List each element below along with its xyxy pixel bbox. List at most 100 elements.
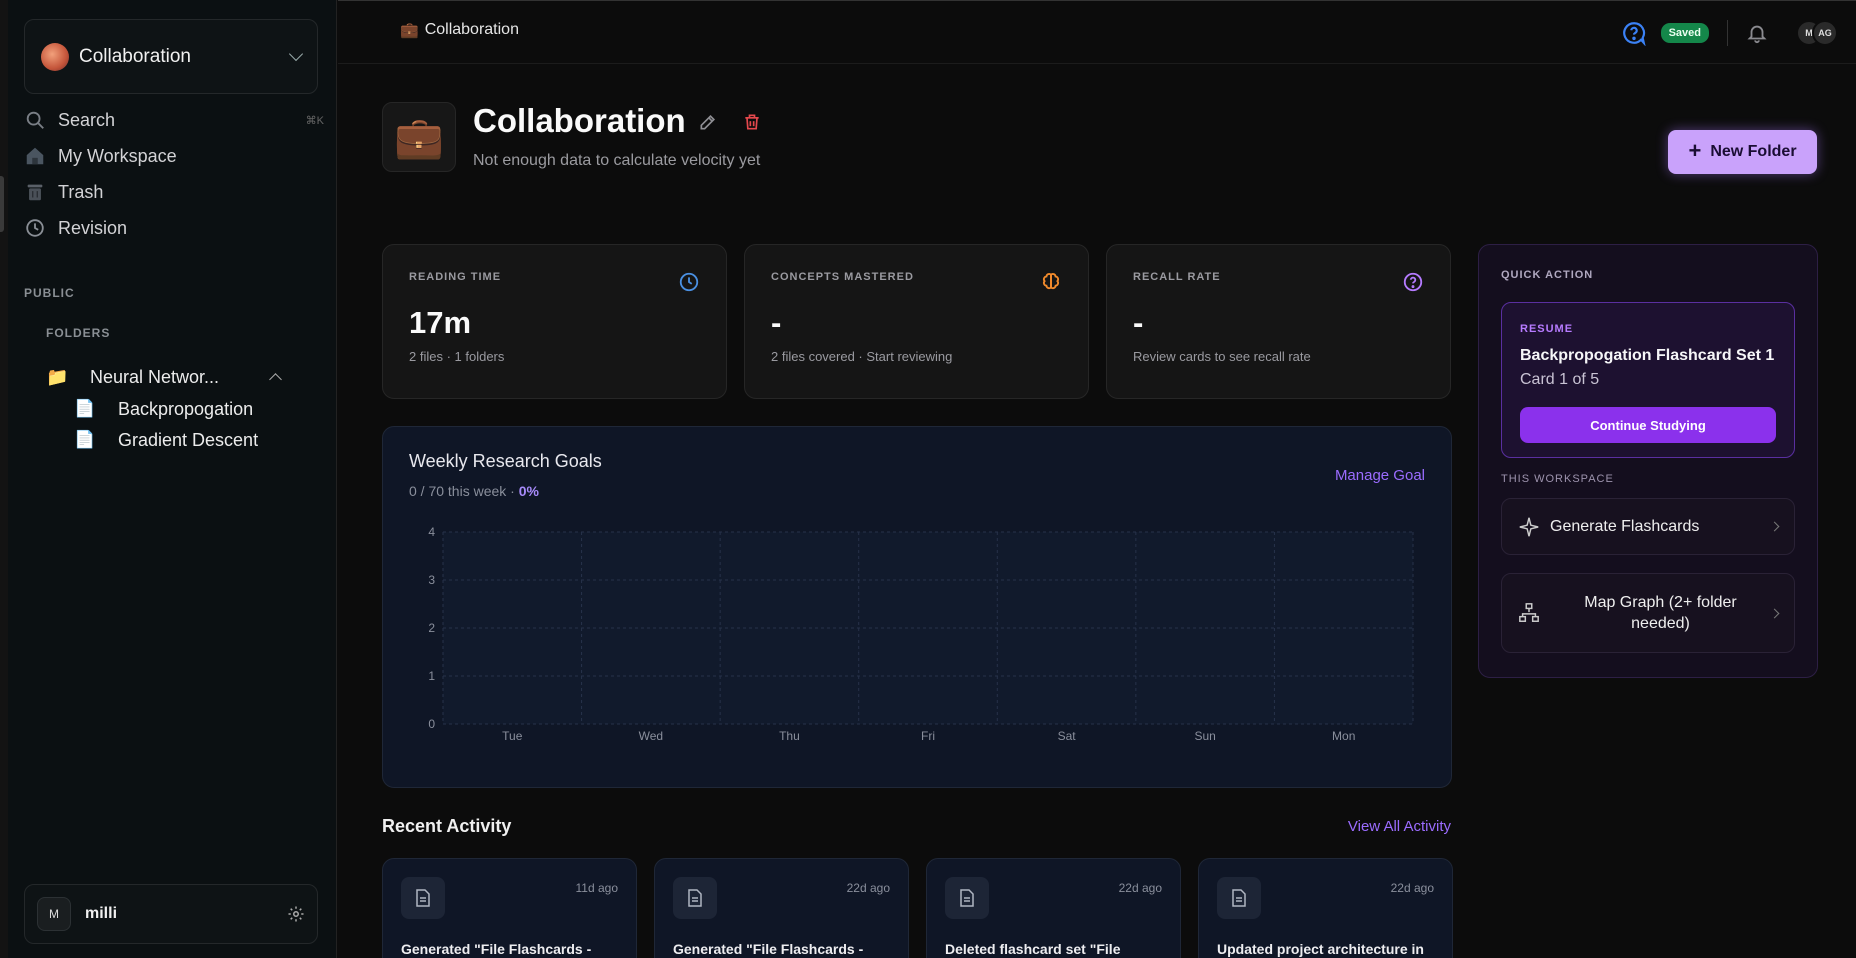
- folder-icon: 📁: [46, 366, 69, 387]
- y-tick-label: 1: [428, 669, 435, 683]
- activity-card[interactable]: 22d ago Generated "File Flashcards -: [654, 858, 909, 958]
- document-icon: [945, 877, 989, 919]
- map-graph-button[interactable]: Map Graph (2+ folder needed): [1501, 573, 1795, 653]
- briefcase-icon: 💼: [400, 22, 419, 39]
- history-icon: [26, 219, 44, 237]
- resume-progress: Card 1 of 5: [1520, 371, 1600, 388]
- user-card[interactable]: M milli: [24, 884, 318, 944]
- folder-item[interactable]: 📁 Neural Networ...: [46, 364, 286, 390]
- view-all-activity-link[interactable]: View All Activity: [1348, 818, 1451, 835]
- weekly-goals-card: Weekly Research Goals 0 / 70 this week ·…: [382, 426, 1452, 788]
- avatar[interactable]: AG: [1812, 20, 1838, 46]
- chevron-down-icon: [288, 46, 304, 62]
- workspace-switcher[interactable]: Collaboration: [24, 19, 318, 94]
- new-folder-button[interactable]: + New Folder: [1668, 130, 1817, 174]
- stat-value: -: [1133, 305, 1144, 340]
- sidebar-resize-handle[interactable]: [0, 176, 4, 232]
- file-item-backpropogation[interactable]: 📄 Backpropogation: [74, 396, 253, 422]
- workspace-name: Collaboration: [79, 45, 191, 67]
- x-tick-label: Sun: [1194, 729, 1215, 743]
- stat-label: CONCEPTS MASTERED: [771, 271, 914, 283]
- file-item-gradient-descent[interactable]: 📄 Gradient Descent: [74, 427, 258, 453]
- x-tick-label: Mon: [1332, 729, 1355, 743]
- stat-value: -: [771, 305, 782, 340]
- activity-card[interactable]: 22d ago Deleted flashcard set "File: [926, 858, 1181, 958]
- sidebar-item-search[interactable]: Search ⌘K: [24, 102, 324, 138]
- sparkle-icon: [1519, 517, 1539, 536]
- activity-text: Updated project architecture in: [1217, 941, 1424, 957]
- weekly-goals-chart: 0 1 2 3 4 Tue Wed Thu Fri Sat Sun Mon: [428, 525, 1414, 743]
- stat-card-recall-rate: RECALL RATE - Review cards to see recall…: [1106, 244, 1451, 399]
- this-workspace-label: THIS WORKSPACE: [1501, 473, 1614, 485]
- weekly-goals-progress: 0 / 70 this week · 0%: [409, 483, 539, 499]
- public-section-label: PUBLIC: [24, 286, 75, 300]
- y-tick-label: 4: [428, 525, 435, 539]
- chevron-right-icon: [1769, 608, 1780, 618]
- sidebar-item-label: My Workspace: [58, 145, 177, 166]
- sidebar-item-revision[interactable]: Revision: [24, 210, 324, 246]
- folder-emoji-icon[interactable]: 💼: [382, 102, 456, 172]
- brain-icon: [1042, 273, 1060, 290]
- workspace-logo: [41, 42, 69, 71]
- sidebar-item-label: Search: [58, 109, 116, 130]
- activity-card[interactable]: 22d ago Updated project architecture in: [1198, 858, 1453, 958]
- user-name: milli: [85, 905, 118, 922]
- activity-time: 22d ago: [846, 881, 890, 895]
- divider: [1727, 20, 1728, 46]
- avatar-stack: M AG: [1796, 20, 1838, 46]
- breadcrumb[interactable]: 💼 Collaboration: [400, 21, 519, 39]
- document-icon: 📄: [74, 399, 96, 418]
- y-tick-label: 2: [428, 621, 435, 635]
- clock-icon: [679, 272, 699, 292]
- resume-card: RESUME Backpropogation Flashcard Set 1 C…: [1501, 302, 1795, 458]
- chevron-up-icon[interactable]: [269, 372, 282, 386]
- page-title: Collaboration: [473, 102, 686, 139]
- document-icon: [401, 877, 445, 919]
- activity-time: 22d ago: [1118, 881, 1162, 895]
- avatar: M: [37, 897, 71, 931]
- generate-flashcards-label: Generate Flashcards: [1550, 517, 1700, 535]
- stat-value: 17m: [409, 305, 472, 340]
- sidebar: Collaboration Search ⌘K My Workspace Tra…: [0, 0, 337, 958]
- recent-activity-title: Recent Activity: [382, 816, 512, 836]
- sidebar-nav: Search ⌘K My Workspace Trash Revision: [24, 102, 324, 246]
- stat-sub: 2 files covered · Start reviewing: [771, 349, 953, 364]
- plus-icon: +: [1688, 138, 1702, 163]
- activity-text: Generated "File Flashcards -: [673, 941, 864, 957]
- sidebar-item-trash[interactable]: Trash: [24, 174, 324, 210]
- stat-sub: 2 files · 1 folders: [409, 349, 505, 364]
- search-shortcut: ⌘K: [305, 114, 324, 127]
- help-icon[interactable]: [1621, 20, 1647, 46]
- search-icon: [26, 111, 44, 129]
- folders-section-label: FOLDERS: [46, 326, 111, 340]
- topbar: 💼 Collaboration Saved M AG: [338, 0, 1856, 64]
- app-root: Collaboration Search ⌘K My Workspace Tra…: [0, 0, 1856, 958]
- y-tick-label: 3: [428, 573, 435, 587]
- activity-time: 11d ago: [575, 881, 619, 895]
- sidebar-item-my-workspace[interactable]: My Workspace: [24, 138, 324, 174]
- pencil-icon[interactable]: [698, 112, 718, 132]
- manage-goal-link[interactable]: Manage Goal: [1335, 467, 1425, 484]
- continue-studying-button[interactable]: Continue Studying: [1520, 407, 1776, 443]
- quick-action-panel: QUICK ACTION RESUME Backpropogation Flas…: [1478, 244, 1818, 678]
- file-label: Gradient Descent: [118, 429, 259, 450]
- document-icon: 📄: [74, 430, 96, 449]
- trash-icon[interactable]: [742, 112, 762, 132]
- new-folder-label: New Folder: [1710, 143, 1797, 160]
- y-tick-label: 0: [428, 717, 435, 731]
- gear-icon[interactable]: [287, 905, 305, 923]
- stat-label: RECALL RATE: [1133, 271, 1221, 283]
- activity-card[interactable]: 11d ago Generated "File Flashcards -: [382, 858, 637, 958]
- stat-label: READING TIME: [409, 271, 502, 283]
- x-tick-label: Fri: [921, 729, 935, 743]
- home-icon: [26, 147, 44, 165]
- x-tick-label: Tue: [502, 729, 523, 743]
- resume-title: Backpropogation Flashcard Set 1: [1520, 347, 1775, 364]
- generate-flashcards-button[interactable]: Generate Flashcards: [1501, 498, 1795, 555]
- stat-card-concepts-mastered: CONCEPTS MASTERED - 2 files covered · St…: [744, 244, 1089, 399]
- sidebar-item-label: Revision: [58, 217, 128, 238]
- weekly-goals-percent: 0%: [518, 483, 539, 499]
- bell-icon[interactable]: [1746, 22, 1768, 44]
- activity-text: Deleted flashcard set "File: [945, 941, 1121, 957]
- stat-sub: Review cards to see recall rate: [1133, 349, 1311, 364]
